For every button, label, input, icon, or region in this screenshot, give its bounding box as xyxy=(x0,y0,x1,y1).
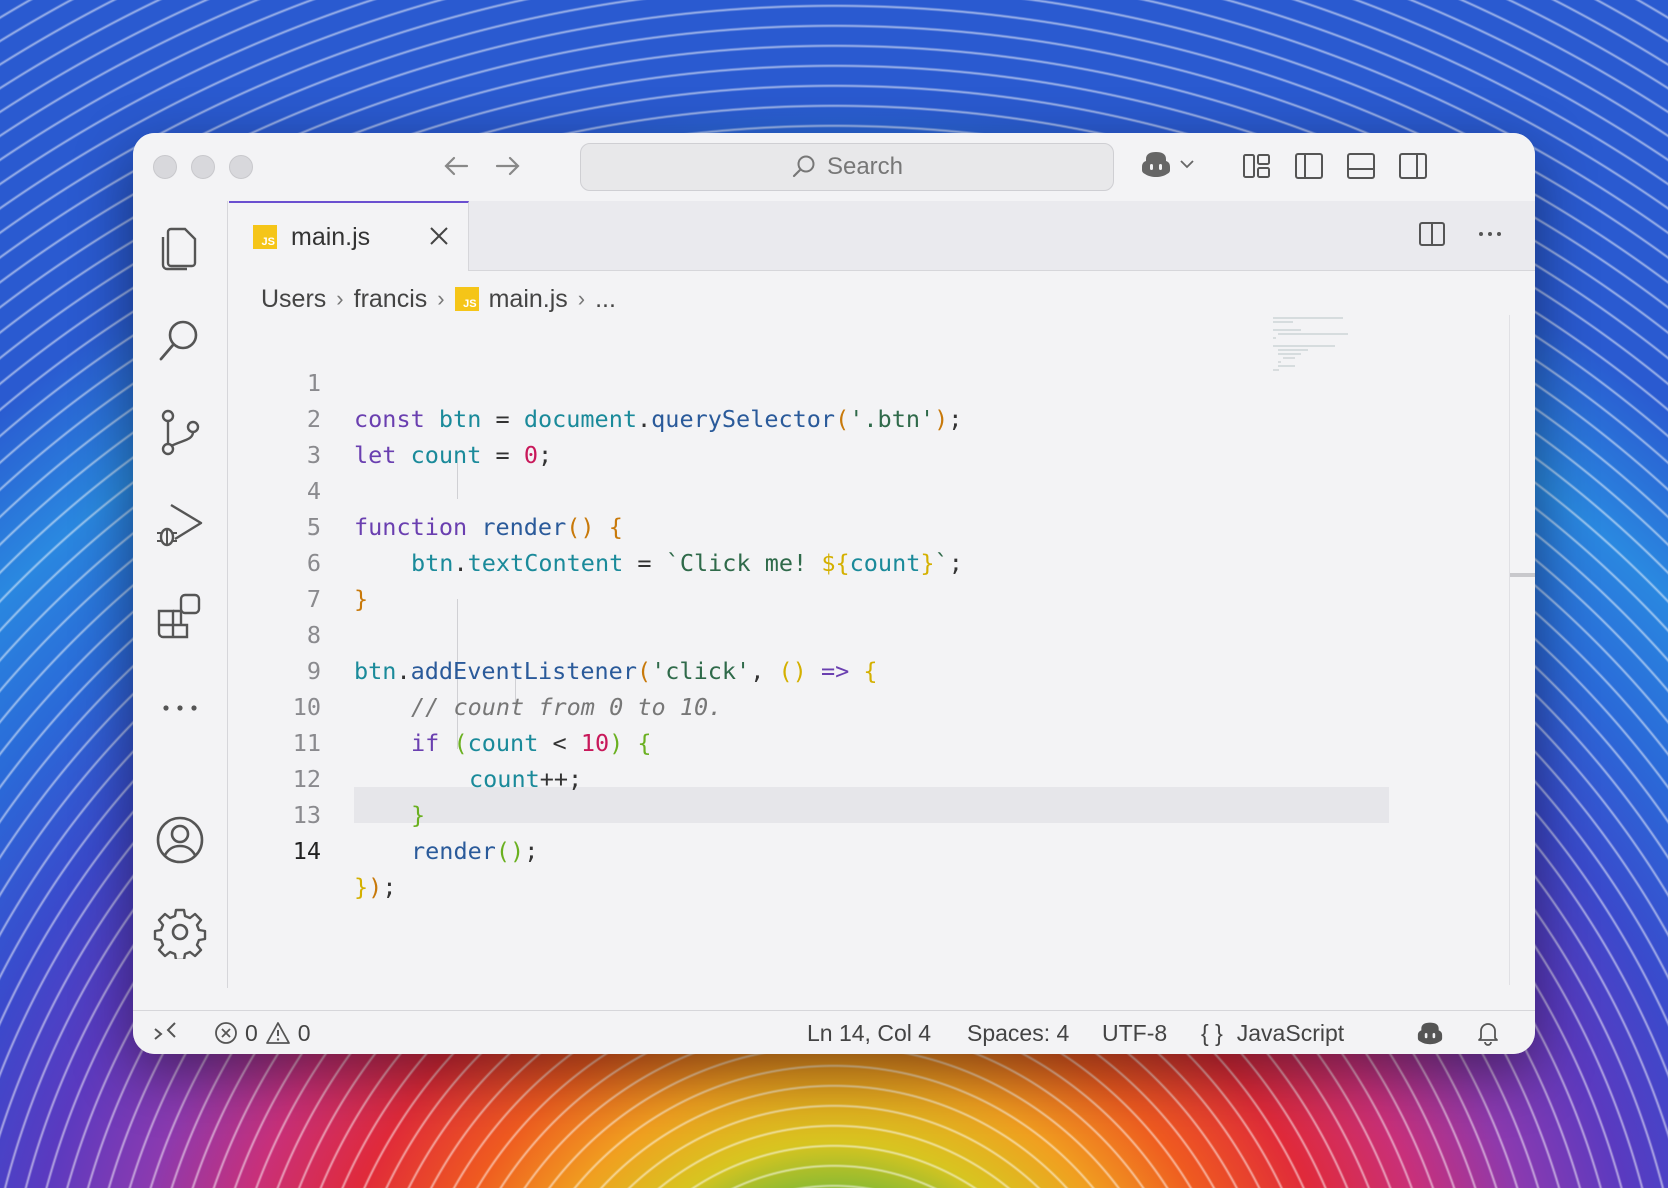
chevron-down-icon xyxy=(1180,160,1194,169)
problems-button[interactable]: 0 0 xyxy=(213,1019,311,1047)
code-line: 3 xyxy=(229,401,1389,469)
javascript-file-icon: JS xyxy=(454,287,479,311)
zoom-window-button[interactable] xyxy=(229,155,253,179)
title-bar: Search xyxy=(133,133,1535,201)
search-icon[interactable] xyxy=(153,313,207,367)
split-editor-icon[interactable] xyxy=(1417,219,1447,249)
bell-icon xyxy=(1478,1023,1498,1046)
breadcrumb-item-file[interactable]: main.js xyxy=(489,285,568,314)
code-line: 2 let count = 0; xyxy=(229,365,1389,469)
code-line: 10 if (count < 10) { xyxy=(229,653,1389,757)
vertical-scrollbar[interactable] xyxy=(1509,315,1535,985)
error-icon xyxy=(215,1022,237,1044)
explorer-files-icon[interactable] xyxy=(153,221,207,275)
tab-main-js[interactable]: JS main.js xyxy=(229,201,469,271)
breadcrumb: Users › francis › JS main.js › ... xyxy=(261,281,616,317)
copilot-icon xyxy=(1417,1022,1443,1045)
copilot-status-button[interactable] xyxy=(1415,1019,1445,1047)
warning-icon xyxy=(265,1022,290,1044)
minimize-window-button[interactable] xyxy=(191,155,215,179)
status-bar: 0 0 Ln 14, Col 4 Spaces: 4 UTF-8 { } Jav… xyxy=(133,1010,1535,1054)
code-line: 7 xyxy=(229,545,1389,613)
accounts-icon[interactable] xyxy=(153,813,207,867)
copilot-menu-button[interactable] xyxy=(1139,149,1195,179)
chevron-right-icon: › xyxy=(336,286,344,311)
code-line: 4 function render() { xyxy=(229,437,1389,541)
code-line: 12 } xyxy=(229,725,1389,829)
braces-icon: { } xyxy=(1201,1019,1223,1046)
activity-bar xyxy=(133,201,228,988)
copilot-icon xyxy=(1142,152,1170,177)
remote-indicator-button[interactable] xyxy=(151,1019,179,1047)
javascript-file-icon: JS xyxy=(253,225,277,249)
chevron-right-icon: › xyxy=(437,286,445,311)
cursor-position-button[interactable]: Ln 14, Col 4 xyxy=(807,1019,931,1047)
code-line: 9 // count from 0 to 10. xyxy=(229,617,1389,721)
code-line: 13 render(); xyxy=(229,761,1389,865)
editor-tab-bar: JS main.js xyxy=(229,201,1535,271)
tab-label: main.js xyxy=(291,222,371,251)
line-number: 14 xyxy=(292,837,321,865)
indentation-button[interactable]: Spaces: 4 xyxy=(967,1019,1069,1047)
run-and-debug-icon[interactable] xyxy=(153,497,207,551)
code-editor[interactable]: 1 const btn = document.querySelector('.b… xyxy=(229,319,1389,979)
more-actions-icon[interactable] xyxy=(1475,219,1505,249)
scrollbar-thumb[interactable] xyxy=(1510,573,1535,577)
close-window-button[interactable] xyxy=(153,155,177,179)
minimap[interactable] xyxy=(1273,315,1363,375)
back-arrow-icon[interactable] xyxy=(439,151,473,183)
toggle-panel-icon[interactable] xyxy=(1345,150,1377,182)
code-line: 14 }); xyxy=(229,797,1389,901)
breadcrumb-item-users[interactable]: Users xyxy=(261,285,326,314)
warning-count: 0 xyxy=(297,1019,311,1046)
more-actions-icon[interactable] xyxy=(153,681,207,735)
extensions-icon[interactable] xyxy=(153,589,207,643)
code-line: 11 count++; xyxy=(229,689,1389,793)
notifications-button[interactable] xyxy=(1475,1019,1501,1047)
remote-icon xyxy=(154,1022,176,1040)
breadcrumb-item-symbols[interactable]: ... xyxy=(595,285,616,314)
code-line: 6 } xyxy=(229,509,1389,613)
settings-gear-icon[interactable] xyxy=(153,905,207,959)
breadcrumb-item-francis[interactable]: francis xyxy=(354,285,428,314)
search-placeholder: Search xyxy=(826,153,904,180)
search-icon xyxy=(792,155,815,178)
close-icon[interactable] xyxy=(428,225,450,250)
code-line: 8 btn.addEventListener('click', () => { xyxy=(229,581,1389,685)
customize-layout-icon[interactable] xyxy=(1241,150,1273,182)
encoding-button[interactable]: UTF-8 xyxy=(1102,1019,1167,1047)
language-mode-button[interactable]: { } JavaScript xyxy=(1201,1019,1344,1047)
code-line: 5 btn.textContent = `Click me! ${count}`… xyxy=(229,473,1389,577)
command-center-search[interactable]: Search xyxy=(580,143,1114,191)
code-line: 1 const btn = document.querySelector('.b… xyxy=(229,329,1389,433)
source-control-icon[interactable] xyxy=(153,405,207,459)
editor-window: Search JS main.js Users › francis › JS m… xyxy=(133,133,1535,1054)
forward-arrow-icon[interactable] xyxy=(491,151,525,183)
chevron-right-icon: › xyxy=(577,286,586,311)
error-count: 0 xyxy=(245,1019,258,1046)
toggle-primary-sidebar-icon[interactable] xyxy=(1293,150,1325,182)
toggle-secondary-sidebar-icon[interactable] xyxy=(1397,150,1429,182)
